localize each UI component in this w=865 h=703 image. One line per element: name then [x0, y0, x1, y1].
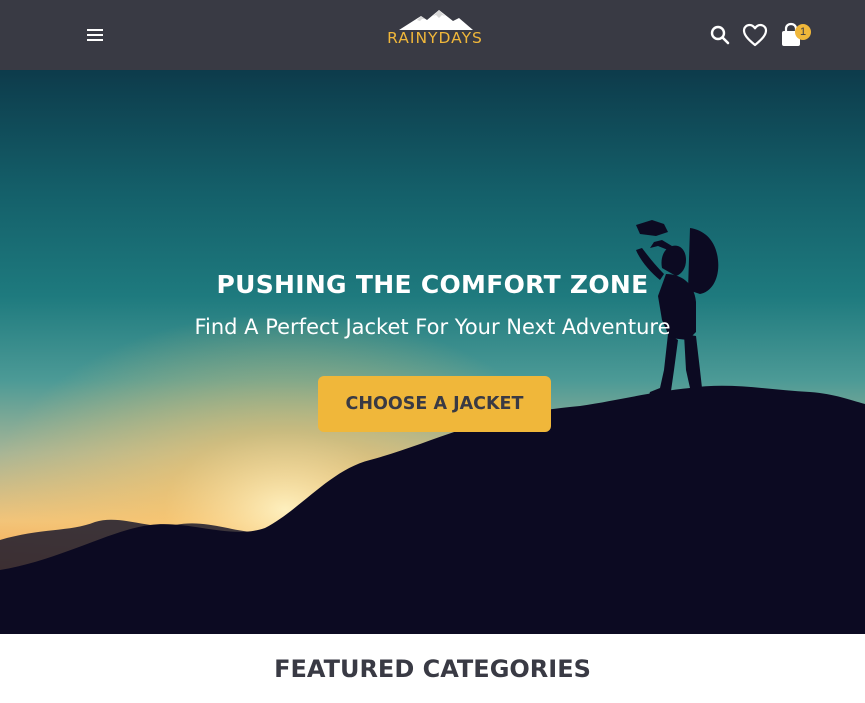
- hamburger-menu-icon: [87, 29, 103, 41]
- hero-banner: PUSHING THE COMFORT ZONE Find A Perfect …: [0, 70, 865, 634]
- wishlist-button[interactable]: [742, 22, 768, 48]
- heart-icon: [742, 23, 768, 47]
- logo-text: RAINYDAYS: [387, 29, 483, 47]
- hero-title: PUSHING THE COMFORT ZONE: [216, 270, 649, 299]
- search-button[interactable]: [707, 22, 733, 48]
- menu-button[interactable]: [84, 24, 106, 46]
- cart-count-badge: 1: [795, 24, 811, 40]
- site-logo[interactable]: RAINYDAYS: [383, 10, 487, 52]
- hiker-silhouette-image: [0, 70, 865, 634]
- hero-subtitle: Find A Perfect Jacket For Your Next Adve…: [194, 315, 671, 339]
- choose-jacket-button[interactable]: CHOOSE A JACKET: [318, 376, 551, 432]
- featured-categories-title: FEATURED CATEGORIES: [274, 655, 591, 683]
- site-header: RAINYDAYS 1: [0, 0, 865, 70]
- mountain-logo-icon: [399, 10, 473, 30]
- search-icon: [710, 25, 730, 45]
